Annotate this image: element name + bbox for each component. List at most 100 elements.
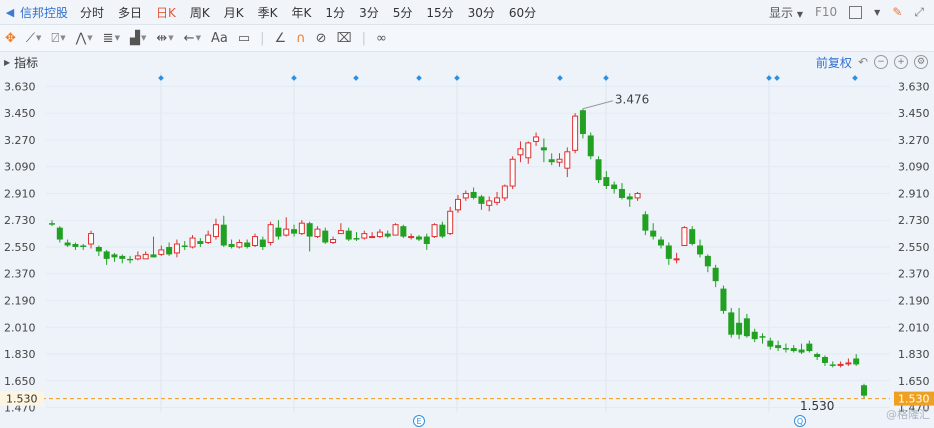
event-marker bbox=[353, 75, 359, 81]
crosshair-tool[interactable]: ✥ bbox=[5, 31, 16, 46]
fib-tool[interactable]: ≣ ▼ bbox=[103, 31, 120, 46]
y-tick-label-right: 2.010 bbox=[898, 321, 930, 334]
period-tab[interactable]: 年K bbox=[292, 4, 312, 21]
undo-icon[interactable]: ↶ bbox=[858, 55, 868, 69]
caret-icon: ▼ bbox=[140, 34, 147, 42]
pencil-icon[interactable]: ✎ bbox=[892, 5, 902, 19]
candle-body bbox=[220, 224, 227, 246]
draw-tool[interactable]: ∠ bbox=[275, 31, 287, 46]
chevron-down-icon[interactable]: ▼ bbox=[874, 8, 880, 17]
period-tab[interactable]: 周K bbox=[190, 4, 210, 21]
y-tick-label-right: 1.830 bbox=[898, 348, 930, 361]
y-tick-label-right: 3.090 bbox=[898, 161, 930, 174]
settings-icon[interactable]: ⚙ bbox=[914, 55, 928, 69]
current-price-right: 1.530 bbox=[898, 393, 930, 406]
candle-body bbox=[587, 135, 594, 157]
line-tool[interactable]: ⟋ ▼ bbox=[26, 31, 42, 46]
text-tool[interactable]: Aa bbox=[211, 31, 228, 46]
expand-triangle-icon[interactable]: ▶ bbox=[4, 58, 10, 67]
wave-tool[interactable]: ⋀ ▼ bbox=[76, 31, 93, 46]
candle-body bbox=[212, 224, 219, 238]
link-icon: ∞ bbox=[375, 30, 387, 46]
candle-body bbox=[95, 246, 102, 252]
comment-tool[interactable]: ▭ bbox=[238, 31, 250, 46]
period-tab[interactable]: 分时 bbox=[80, 4, 104, 21]
channel-icon: ⍁ bbox=[51, 30, 60, 46]
candle-body bbox=[533, 136, 540, 142]
candle-body bbox=[56, 227, 63, 240]
back-arrow-icon[interactable]: ◀ bbox=[0, 6, 20, 19]
candle-body bbox=[540, 147, 547, 151]
y-tick-label-right: 3.450 bbox=[898, 107, 930, 120]
caret-icon: ▼ bbox=[60, 34, 66, 42]
candle-body bbox=[447, 210, 454, 235]
candle-body bbox=[658, 239, 664, 246]
candle-body bbox=[134, 255, 141, 260]
y-tick-label-right: 2.550 bbox=[898, 241, 930, 254]
y-tick-label-right: 3.630 bbox=[898, 80, 930, 93]
candle-body bbox=[728, 312, 735, 335]
fullscreen-icon[interactable]: ⤢ bbox=[914, 5, 924, 20]
channel-tool[interactable]: ⍁ ▼ bbox=[51, 31, 65, 46]
chart-tool[interactable]: ▟ ▼ bbox=[130, 31, 146, 46]
candle-body bbox=[150, 254, 157, 258]
event-marker bbox=[766, 75, 772, 81]
event-marker bbox=[158, 75, 164, 81]
drawing-toolbar: ✥ ⟋ ▼ ⍁ ▼ ⋀ ▼ ≣ ▼ ▟ ▼ ⇹ ▼ ← ▼ Aa ▭ | ∠ ∩ ⊘ ⌧ | … bbox=[0, 25, 934, 52]
candlestick-chart[interactable]: 3.630 3.630 3.450 3.450 3.270 3.270 3.090 3.090… bbox=[0, 72, 934, 428]
candle-body bbox=[455, 198, 461, 211]
caret-icon: ▼ bbox=[87, 34, 93, 42]
candle-body bbox=[790, 348, 797, 352]
candle-body bbox=[423, 236, 430, 244]
period-tab[interactable]: 60分 bbox=[509, 4, 536, 21]
arrow-tool[interactable]: ← ▼ bbox=[184, 31, 201, 46]
period-tab[interactable]: 5分 bbox=[393, 4, 413, 21]
candle-body bbox=[244, 242, 251, 247]
candle-body bbox=[720, 288, 727, 311]
candle-body bbox=[337, 230, 344, 235]
candle-body bbox=[775, 345, 782, 349]
indicator-label[interactable]: 指标 bbox=[14, 54, 38, 71]
event-marker bbox=[291, 75, 297, 81]
candle-body bbox=[548, 159, 555, 163]
candle-body bbox=[642, 214, 649, 231]
candle-body bbox=[376, 231, 383, 238]
measure-tool[interactable]: ⇹ ▼ bbox=[156, 31, 173, 46]
period-tab[interactable]: 3分 bbox=[359, 4, 379, 21]
candle-body bbox=[189, 237, 196, 248]
y-tick-label-left: 2.730 bbox=[4, 214, 36, 227]
delete-tool[interactable]: ⌧ bbox=[337, 31, 352, 46]
candle-body bbox=[751, 331, 758, 340]
candle-body bbox=[806, 343, 813, 352]
period-tab[interactable]: 月K bbox=[224, 4, 244, 21]
hide-tool[interactable]: ⊘ bbox=[316, 31, 327, 46]
period-tab[interactable]: 1分 bbox=[325, 4, 345, 21]
stock-name[interactable]: 信邦控股 bbox=[20, 4, 68, 21]
link-tool[interactable]: ∞ bbox=[376, 31, 387, 46]
candle-body bbox=[205, 234, 212, 244]
divider: | bbox=[361, 30, 366, 46]
low-price-label: 1.530 bbox=[800, 399, 834, 413]
candle-body bbox=[579, 110, 586, 134]
candle-body bbox=[525, 142, 532, 159]
f10-button[interactable]: F10 bbox=[815, 5, 837, 19]
zoom-in-icon[interactable]: + bbox=[894, 55, 908, 69]
fib-icon: ≣ bbox=[102, 30, 114, 46]
period-tab[interactable]: 多日 bbox=[118, 4, 142, 21]
high-leader-line bbox=[582, 100, 614, 110]
period-tab[interactable]: 15分 bbox=[426, 4, 453, 21]
period-tab[interactable]: 30分 bbox=[468, 4, 495, 21]
adjust-button[interactable]: 前复权 bbox=[816, 54, 852, 71]
y-tick-label-left: 2.010 bbox=[4, 321, 36, 334]
magnet-tool[interactable]: ∩ bbox=[296, 31, 306, 46]
eye-off-icon: ⊘ bbox=[315, 30, 327, 46]
candle-body bbox=[814, 354, 821, 357]
zoom-out-icon[interactable]: − bbox=[874, 55, 888, 69]
period-tab[interactable]: 季K bbox=[258, 4, 278, 21]
display-dropdown[interactable]: 显示 ▼ bbox=[769, 4, 803, 21]
period-tab-active[interactable]: 日K bbox=[156, 4, 176, 21]
y-tick-label-right: 3.270 bbox=[898, 134, 930, 147]
square-checkbox-icon[interactable] bbox=[849, 5, 863, 19]
candle-body bbox=[361, 233, 368, 239]
candle-body bbox=[478, 196, 485, 204]
